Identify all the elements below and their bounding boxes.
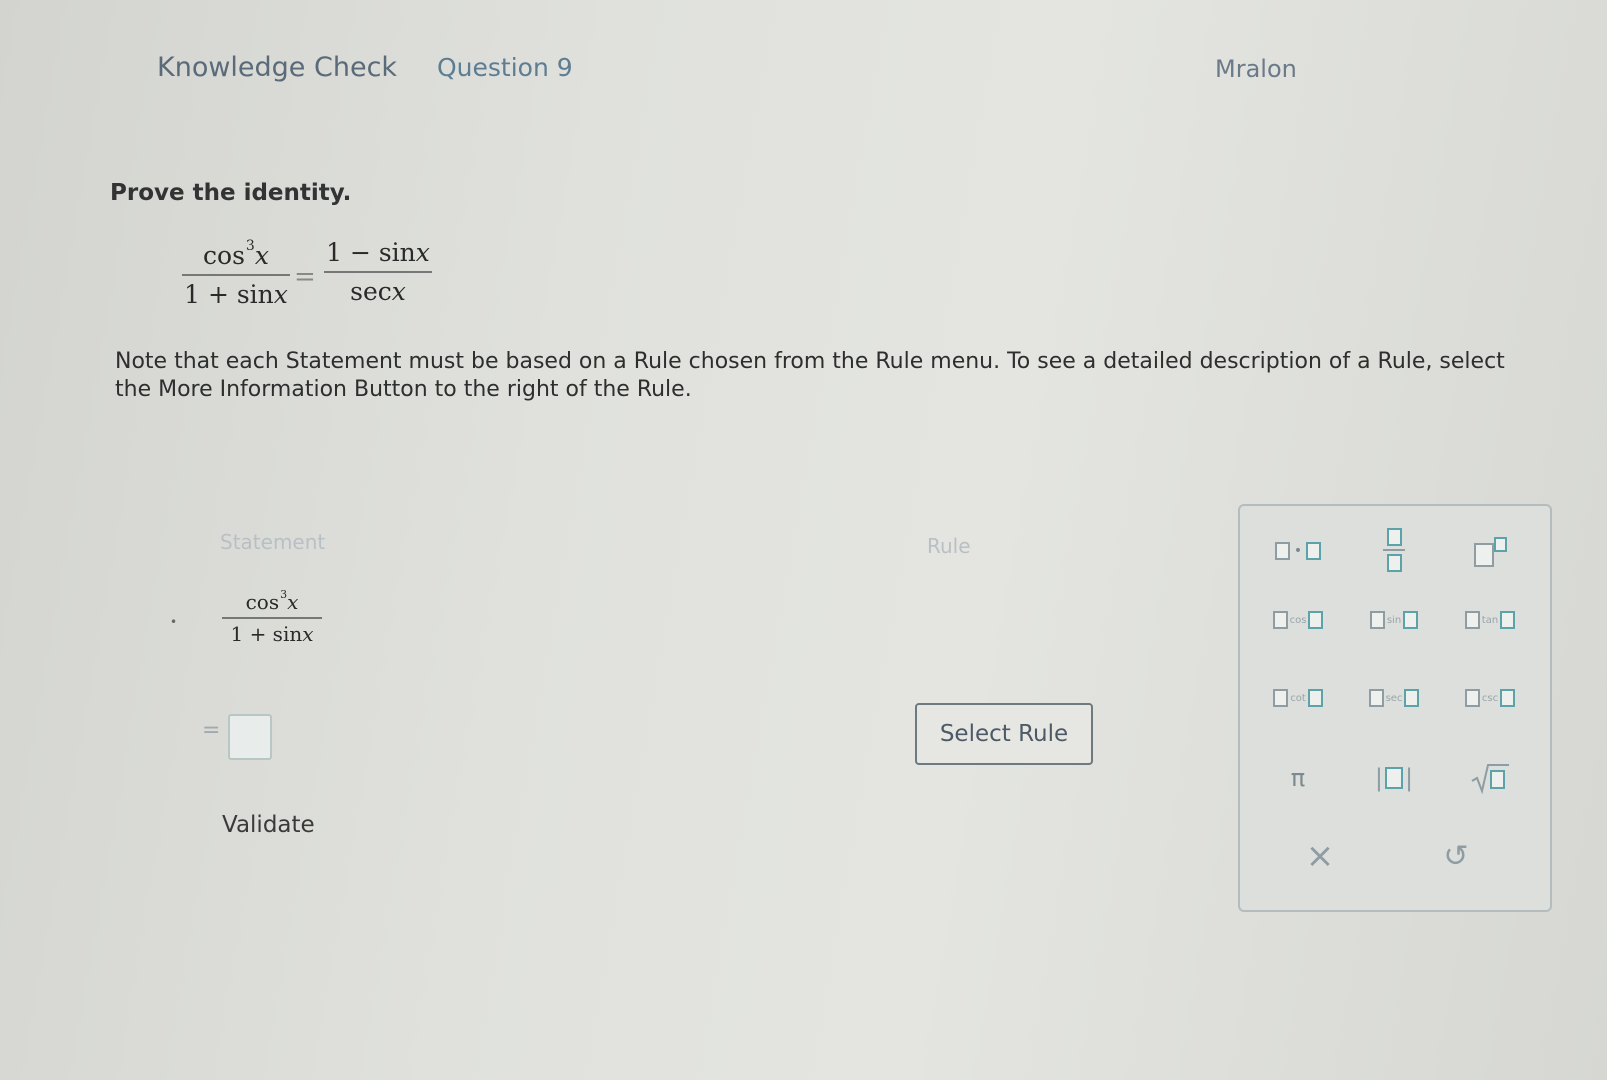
first-statement: cos3x 1 + sinx <box>222 588 322 646</box>
fraction-button[interactable] <box>1354 520 1434 580</box>
tan-function-button[interactable]: tan <box>1450 600 1530 640</box>
cot-function-button[interactable]: cot <box>1258 678 1338 718</box>
clear-button[interactable]: × <box>1280 831 1360 881</box>
box-icon <box>1385 767 1403 789</box>
rule-column-header: Rule <box>927 534 971 558</box>
box-icon <box>1273 689 1289 707</box>
square-root-icon <box>1471 764 1509 795</box>
box-icon <box>1368 689 1384 707</box>
multiply-dot-button[interactable]: • <box>1258 526 1338 576</box>
box-icon <box>1307 689 1323 707</box>
instructions-note: Note that each Statement must be based o… <box>115 349 1505 402</box>
box-icon <box>1272 611 1288 629</box>
knowledge-check-title: Knowledge Check <box>157 52 398 83</box>
box-icon <box>1274 542 1290 560</box>
box-icon <box>1473 543 1494 567</box>
validate-button[interactable]: Validate <box>222 812 315 838</box>
statement-column-header: Statement <box>220 530 326 554</box>
box-icon <box>1500 611 1516 629</box>
cos-function-button[interactable]: cos <box>1258 600 1338 640</box>
csc-function-button[interactable]: csc <box>1450 678 1530 718</box>
sec-function-button[interactable]: sec <box>1354 678 1434 718</box>
box-icon <box>1464 689 1480 707</box>
row-marker: • <box>170 615 178 629</box>
sin-function-button[interactable]: sin <box>1354 600 1434 640</box>
box-icon <box>1404 689 1420 707</box>
undo-button[interactable]: ↺ <box>1416 831 1496 881</box>
question-number[interactable]: Question 9 <box>437 53 573 82</box>
problem-instruction: Prove the identity. <box>110 180 352 206</box>
square-root-button[interactable] <box>1450 756 1530 800</box>
pi-button[interactable]: π <box>1258 756 1338 800</box>
identity-rhs-fraction: 1 − sinx secx <box>324 238 432 306</box>
absolute-value-button[interactable]: | | <box>1354 756 1434 800</box>
box-icon <box>1464 611 1480 629</box>
select-rule-button[interactable]: Select Rule <box>915 703 1093 765</box>
box-icon <box>1500 689 1516 707</box>
statement-equals: = <box>202 718 221 743</box>
box-icon <box>1403 611 1419 629</box>
box-icon <box>1369 611 1385 629</box>
math-palette: • cos sin tan cot sec csc π | | × ↺ <box>1238 504 1552 912</box>
identity-equals: = <box>294 262 316 292</box>
box-icon <box>1308 611 1324 629</box>
exponent-button[interactable] <box>1450 522 1530 578</box>
box-icon <box>1493 536 1507 552</box>
box-icon <box>1386 528 1402 546</box>
box-icon <box>1306 542 1322 560</box>
user-name[interactable]: Mralon <box>1215 55 1297 83</box>
statement-answer-input[interactable] <box>228 714 272 760</box>
identity-lhs-fraction: cos3x 1 + sinx <box>182 238 290 309</box>
box-icon <box>1386 554 1402 572</box>
